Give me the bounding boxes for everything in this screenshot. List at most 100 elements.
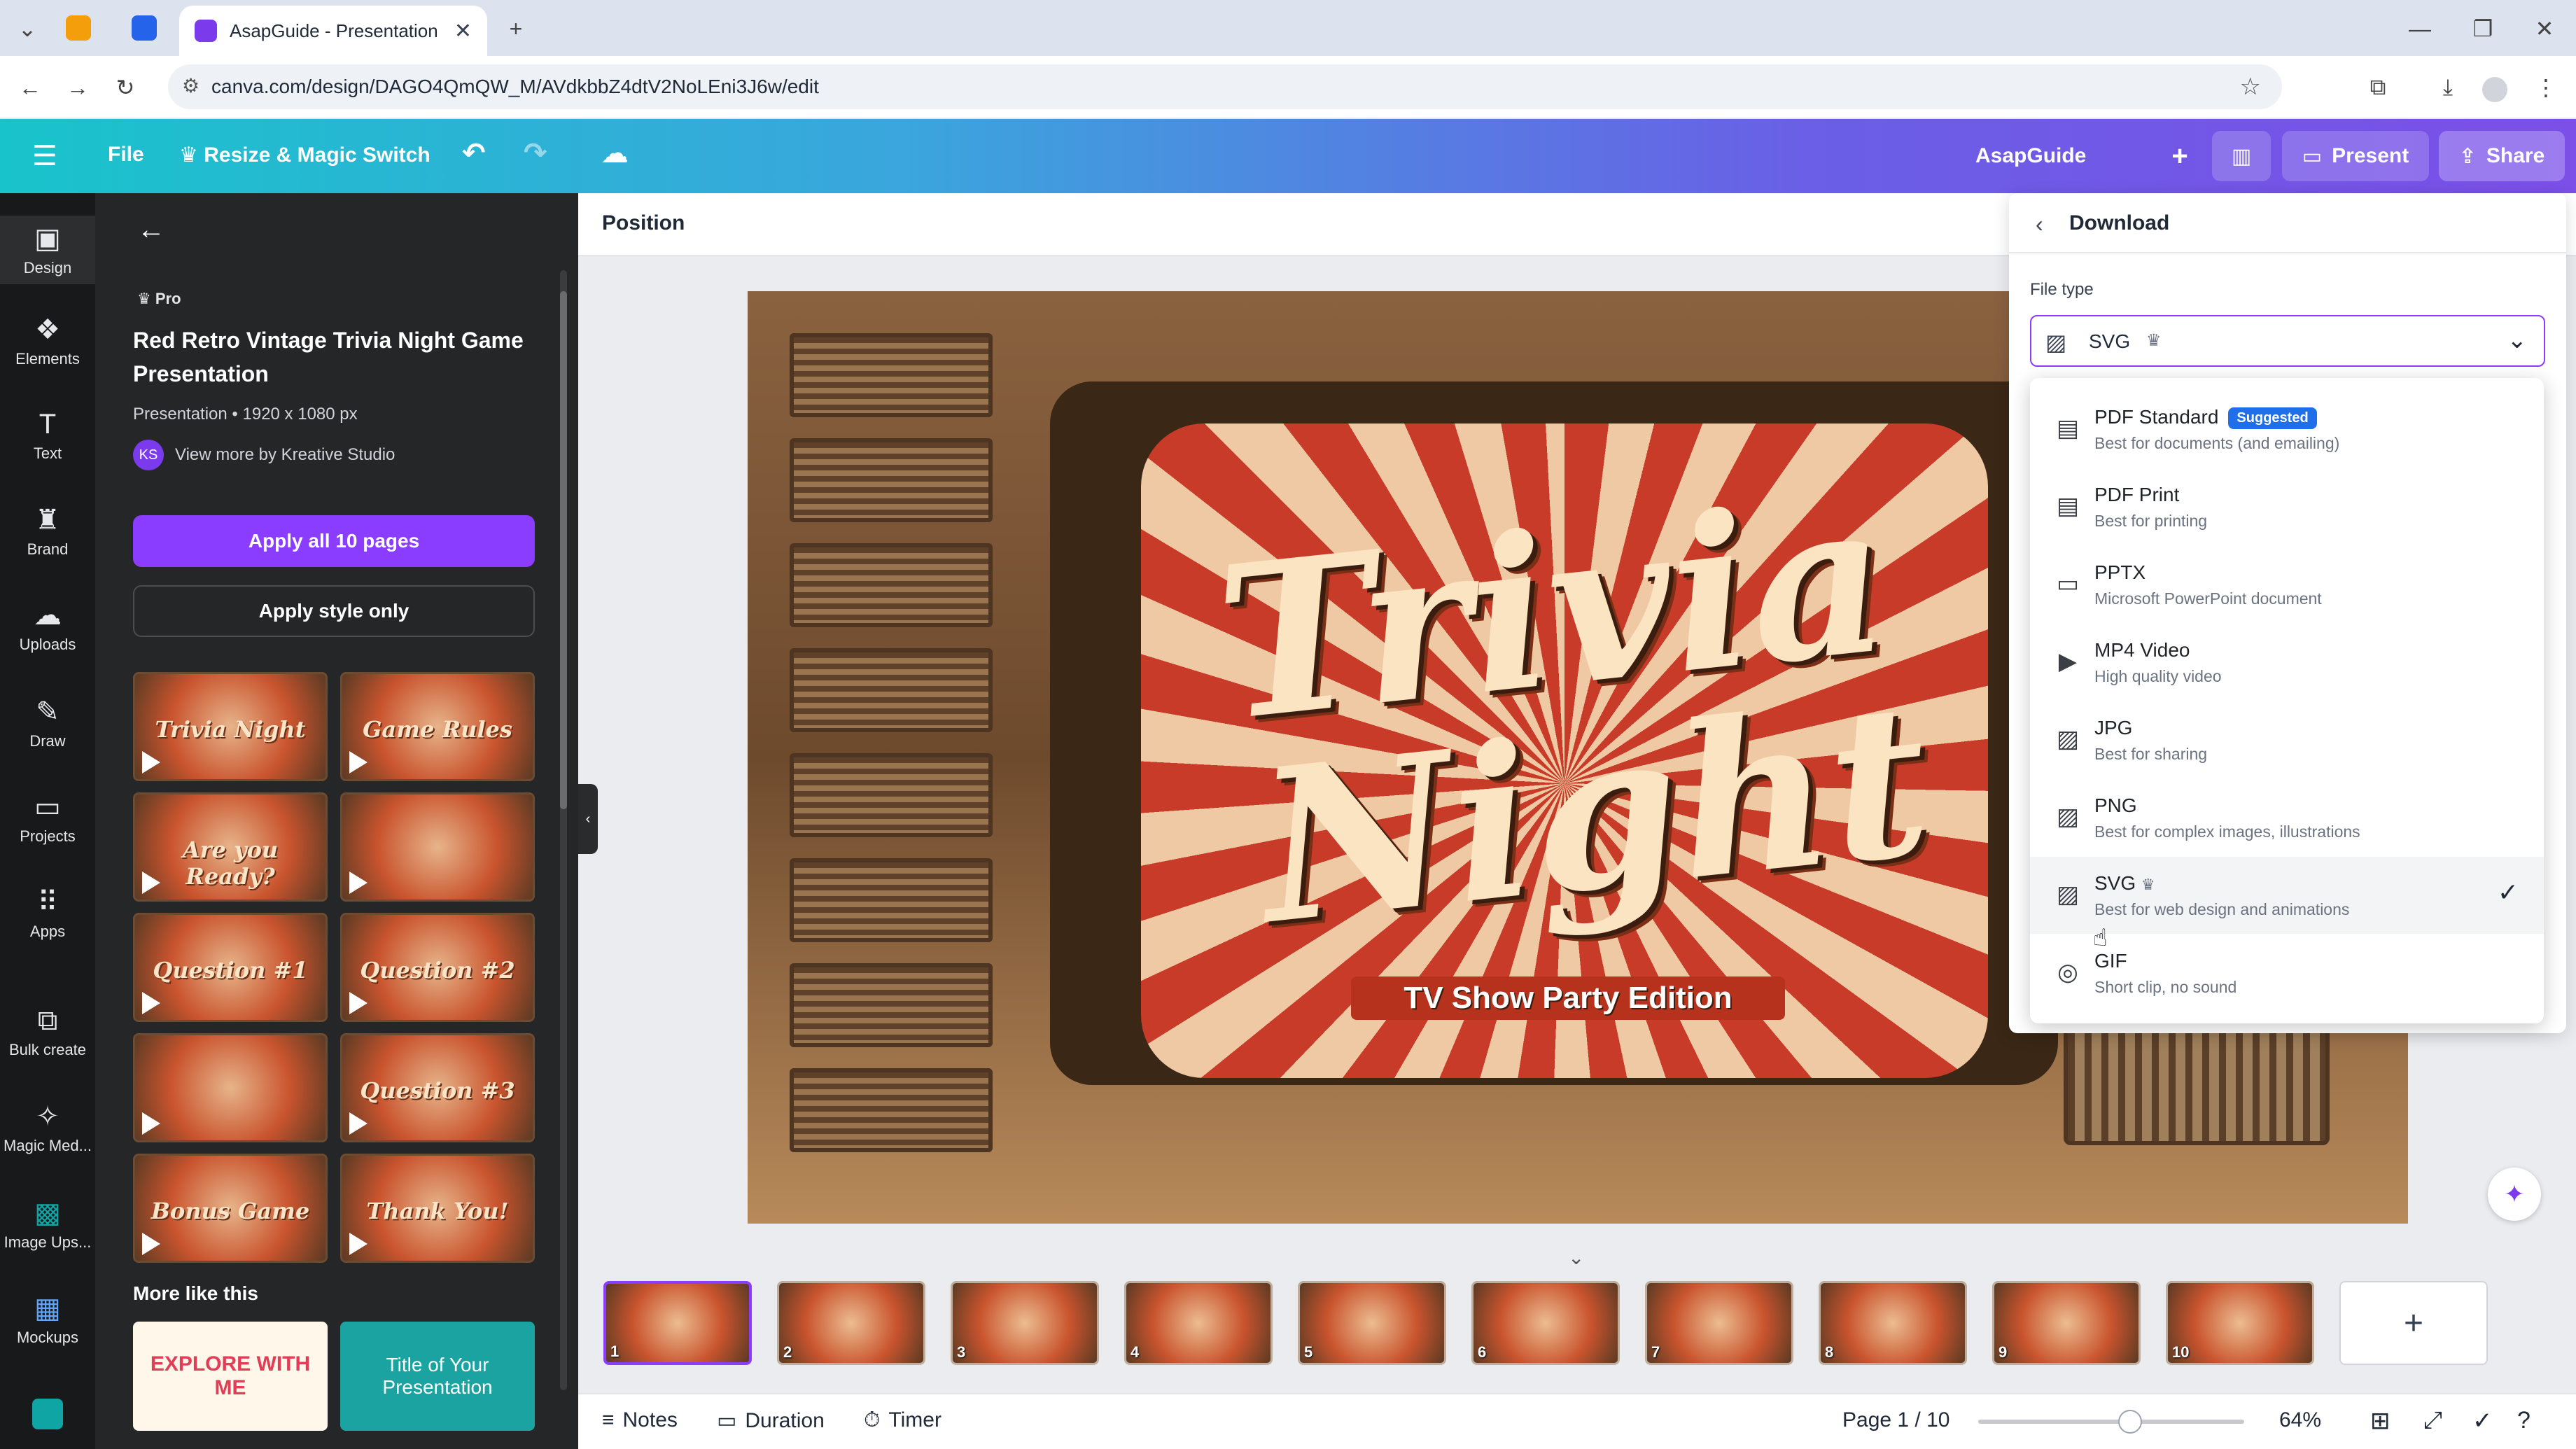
cloud-saved-icon[interactable]: ☁ (601, 137, 629, 169)
rail-item-image-upscaler[interactable]: ▩ Image Ups... (0, 1197, 95, 1252)
rail-item-magic-media[interactable]: ✧ Magic Med... (0, 1100, 95, 1155)
add-page-button[interactable]: + (2339, 1281, 2488, 1365)
notes-button[interactable]: ≡ Notes (602, 1408, 678, 1432)
rail-item-text[interactable]: T Text (0, 409, 95, 463)
page-thumbnail[interactable]: 1 (603, 1281, 752, 1365)
panel-scrollbar[interactable] (560, 270, 567, 1390)
duration-button[interactable]: ▭ Duration (717, 1408, 825, 1433)
template-page-thumb[interactable] (340, 792, 535, 902)
site-info-icon[interactable]: ⚙ (182, 74, 200, 97)
restore-icon[interactable]: ❐ (2465, 11, 2500, 46)
file-type-option-pptx[interactable]: ▭ PPTX Microsoft PowerPoint document (2030, 546, 2544, 623)
insights-chart-icon[interactable]: ▥ (2212, 131, 2271, 181)
page-thumbnail[interactable]: 9 (1992, 1281, 2141, 1365)
page-thumbnail[interactable]: 7 (1645, 1281, 1793, 1365)
share-label: Share (2486, 144, 2545, 167)
slide-subtitle[interactable]: TV Show Party Edition (1351, 976, 1785, 1020)
template-page-thumb[interactable]: Bonus Game (133, 1154, 328, 1263)
help-icon[interactable]: ? (2517, 1407, 2530, 1434)
reload-icon[interactable]: ↻ (108, 70, 143, 105)
author-row[interactable]: KS View more by Kreative Studio (133, 440, 395, 470)
back-arrow-icon[interactable]: ← (137, 214, 165, 246)
browser-menu-icon[interactable]: ⋮ (2528, 70, 2563, 105)
new-tab-icon[interactable]: + (498, 11, 533, 46)
undo-icon[interactable]: ↶ (462, 137, 486, 169)
page-thumbnail[interactable]: 4 (1124, 1281, 1273, 1365)
page-thumbnail[interactable]: 8 (1819, 1281, 1967, 1365)
file-menu[interactable]: File (108, 143, 144, 167)
zoom-level[interactable]: 64% (2279, 1408, 2321, 1432)
share-button[interactable]: ⇪ Share (2439, 131, 2565, 181)
redo-icon[interactable]: ↷ (524, 137, 547, 169)
bookmark-star-icon[interactable]: ☆ (2240, 73, 2261, 101)
rail-item-projects[interactable]: ▭ Projects (0, 791, 95, 846)
extensions-icon[interactable]: ⧉ (2360, 70, 2395, 105)
template-page-thumb[interactable]: Trivia Night (133, 672, 328, 781)
template-page-thumb[interactable]: Game Rules (340, 672, 535, 781)
rail-item-design[interactable]: ▣ Design (0, 216, 95, 284)
download-icon[interactable]: ⤓ (2430, 70, 2465, 105)
scrollbar-thumb[interactable] (560, 291, 567, 809)
profile-avatar[interactable] (2482, 77, 2507, 102)
template-page-thumb[interactable]: Question #2 (340, 913, 535, 1022)
magic-assistant-icon[interactable]: ✦ (2488, 1168, 2541, 1221)
timer-button[interactable]: ⏱ Timer (864, 1408, 941, 1432)
forward-icon[interactable]: → (60, 70, 95, 105)
file-type-option-pdf-standard[interactable]: ▤ PDF Standard Suggested Best for documen… (2030, 391, 2544, 468)
template-page-thumb[interactable]: Question #1 (133, 913, 328, 1022)
minimize-icon[interactable]: — (2402, 11, 2437, 46)
rail-item-draw[interactable]: ✎ Draw (0, 696, 95, 750)
hamburger-icon[interactable]: ☰ (32, 140, 57, 172)
app-icon[interactable] (32, 1399, 63, 1429)
file-type-option-svg[interactable]: ▨ SVG ♛ Best for web design and animatio… (2030, 857, 2544, 934)
related-template[interactable]: EXPLORE WITH ME (133, 1322, 328, 1431)
file-type-option-mp4[interactable]: ▶ MP4 Video High quality video (2030, 624, 2544, 701)
page-thumbnail[interactable]: 2 (777, 1281, 925, 1365)
apply-all-pages-button[interactable]: Apply all 10 pages (133, 515, 535, 567)
team-name[interactable]: AsapGuide (1975, 144, 2086, 168)
file-type-option-png[interactable]: ▨ PNG Best for complex images, illustrat… (2030, 779, 2544, 856)
zoom-slider-thumb[interactable] (2118, 1410, 2142, 1434)
back-chevron-icon[interactable]: ‹ (2036, 211, 2043, 237)
fullscreen-icon[interactable]: ⤢ (2423, 1407, 2442, 1434)
resize-magic-switch-button[interactable]: ♛ Resize & Magic Switch (179, 143, 430, 167)
file-type-option-jpg[interactable]: ▨ JPG Best for sharing (2030, 701, 2544, 778)
rail-item-uploads[interactable]: ☁ Uploads (0, 599, 95, 654)
page-thumbnail[interactable]: 3 (951, 1281, 1099, 1365)
url-field[interactable]: ⚙ canva.com/design/DAGO4QmQW_M/AVdkbbZ4d… (168, 64, 2282, 109)
play-icon (142, 751, 160, 774)
page-thumbnail[interactable]: 6 (1471, 1281, 1620, 1365)
page-thumbnail[interactable]: 5 (1298, 1281, 1446, 1365)
back-icon[interactable]: ← (13, 70, 48, 105)
zoom-slider[interactable] (1978, 1410, 2244, 1434)
rail-item-elements[interactable]: ❖ Elements (0, 314, 95, 368)
file-type-select[interactable]: ▨ SVG ♛ ⌄ (2030, 315, 2545, 367)
collapse-panel-handle[interactable]: ‹ (578, 784, 598, 854)
active-tab[interactable]: AsapGuide - Presentation ✕ (179, 6, 487, 56)
present-button[interactable]: ▭ Present (2282, 131, 2429, 181)
template-page-thumb[interactable]: Question #3 (340, 1033, 535, 1142)
close-tab-icon[interactable]: ✕ (454, 19, 472, 43)
template-page-thumb[interactable]: Thank You! (340, 1154, 535, 1263)
page-thumbnail[interactable]: 10 (2166, 1281, 2314, 1365)
tab-list-chevron-icon[interactable]: ⌄ (10, 11, 45, 46)
rail-item-brand[interactable]: ♜ Brand (0, 504, 95, 559)
position-button[interactable]: Position (602, 211, 685, 235)
page-indicator[interactable]: Page 1 / 10 (1842, 1408, 1949, 1432)
close-window-icon[interactable]: ✕ (2527, 11, 2562, 46)
grid-view-icon[interactable]: ⊞ (2370, 1407, 2390, 1435)
template-page-thumb[interactable]: Are you Ready? (133, 792, 328, 902)
rail-item-mockups[interactable]: ▦ Mockups (0, 1292, 95, 1347)
template-page-thumb[interactable] (133, 1033, 328, 1142)
author-link[interactable]: View more by Kreative Studio (175, 445, 395, 465)
rail-item-apps[interactable]: ⠿ Apps (0, 886, 95, 941)
rail-item-bulk-create[interactable]: ⧉ Bulk create (0, 1005, 95, 1059)
apply-style-only-button[interactable]: Apply style only (133, 585, 535, 637)
invite-plus-icon[interactable]: + (2160, 131, 2199, 181)
collapse-filmstrip-icon[interactable]: ⌄ (1568, 1246, 1584, 1269)
pinned-tab-icon[interactable] (132, 15, 157, 41)
file-type-option-pdf-print[interactable]: ▤ PDF Print Best for printing (2030, 468, 2544, 545)
related-template[interactable]: Title of Your Presentation (340, 1322, 535, 1431)
check-circle-icon[interactable]: ✓ (2472, 1407, 2493, 1435)
pinned-tab-icon[interactable] (66, 15, 91, 41)
